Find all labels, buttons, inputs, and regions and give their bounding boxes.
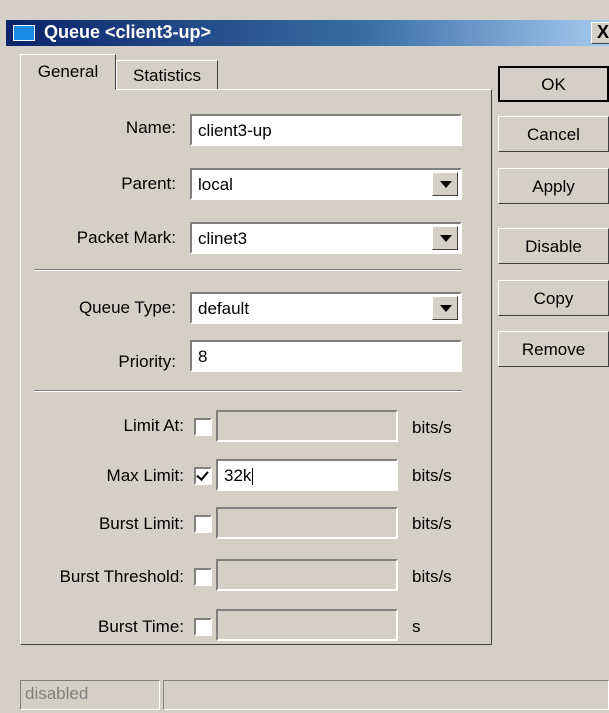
burst-time-field [216,609,398,641]
ok-button[interactable]: OK [498,66,609,102]
cancel-button[interactable]: Cancel [498,116,609,152]
max-limit-checkbox[interactable] [194,467,212,485]
priority-field[interactable]: 8 [190,340,462,372]
name-label: Name: [125,118,176,137]
status-bar: disabled [6,680,609,713]
burst-threshold-field [216,559,398,591]
priority-label: Priority: [118,352,176,371]
packet-mark-label: Packet Mark: [76,228,176,247]
close-button[interactable]: X [591,22,609,44]
burst-limit-unit: bits/s [412,514,452,533]
burst-threshold-label: Burst Threshold: [59,567,184,586]
burst-threshold-unit: bits/s [412,567,452,586]
disable-button[interactable]: Disable [498,228,609,264]
parent-label: Parent: [121,174,176,193]
limit-at-label: Limit At: [123,416,184,435]
packet-mark-value: clinet3 [198,229,248,248]
queue-type-label: Queue Type: [78,298,176,317]
text-caret [252,468,254,486]
burst-time-unit: s [412,617,421,636]
burst-time-label: Burst Time: [98,617,184,636]
burst-threshold-checkbox[interactable] [194,568,212,586]
parent-value: local [198,175,233,194]
max-limit-label: Max Limit: [106,466,184,485]
tab-statistics[interactable]: Statistics [116,60,218,90]
parent-dropdown-icon[interactable] [432,172,458,196]
burst-limit-field [216,507,398,539]
burst-limit-label: Burst Limit: [98,514,184,533]
max-limit-value: 32k [224,466,252,485]
window-icon [13,25,35,41]
queue-type-select[interactable]: default [190,292,462,324]
limit-at-checkbox[interactable] [194,418,212,436]
title-bar[interactable]: Queue <client3-up> X [6,20,609,46]
queue-dialog: Queue <client3-up> X General Statistics … [0,0,609,713]
burst-limit-checkbox[interactable] [194,515,212,533]
max-limit-field[interactable]: 32k [216,459,398,491]
separator [34,390,462,392]
status-state: disabled [20,680,160,710]
copy-button[interactable]: Copy [498,280,609,316]
queue-type-dropdown-icon[interactable] [432,296,458,320]
status-empty-cell [163,680,609,710]
burst-time-checkbox[interactable] [194,618,212,636]
window-title: Queue <client3-up> [44,22,212,42]
limit-at-unit: bits/s [412,418,452,437]
max-limit-unit: bits/s [412,466,452,485]
tab-general[interactable]: General [20,54,116,90]
limit-at-field [216,410,398,442]
name-field[interactable]: client3-up [190,114,462,146]
separator [34,269,462,271]
remove-button[interactable]: Remove [498,331,609,367]
packet-mark-dropdown-icon[interactable] [432,226,458,250]
queue-type-value: default [198,299,250,318]
apply-button[interactable]: Apply [498,168,609,204]
packet-mark-select[interactable]: clinet3 [190,222,462,254]
parent-select[interactable]: local [190,168,462,200]
